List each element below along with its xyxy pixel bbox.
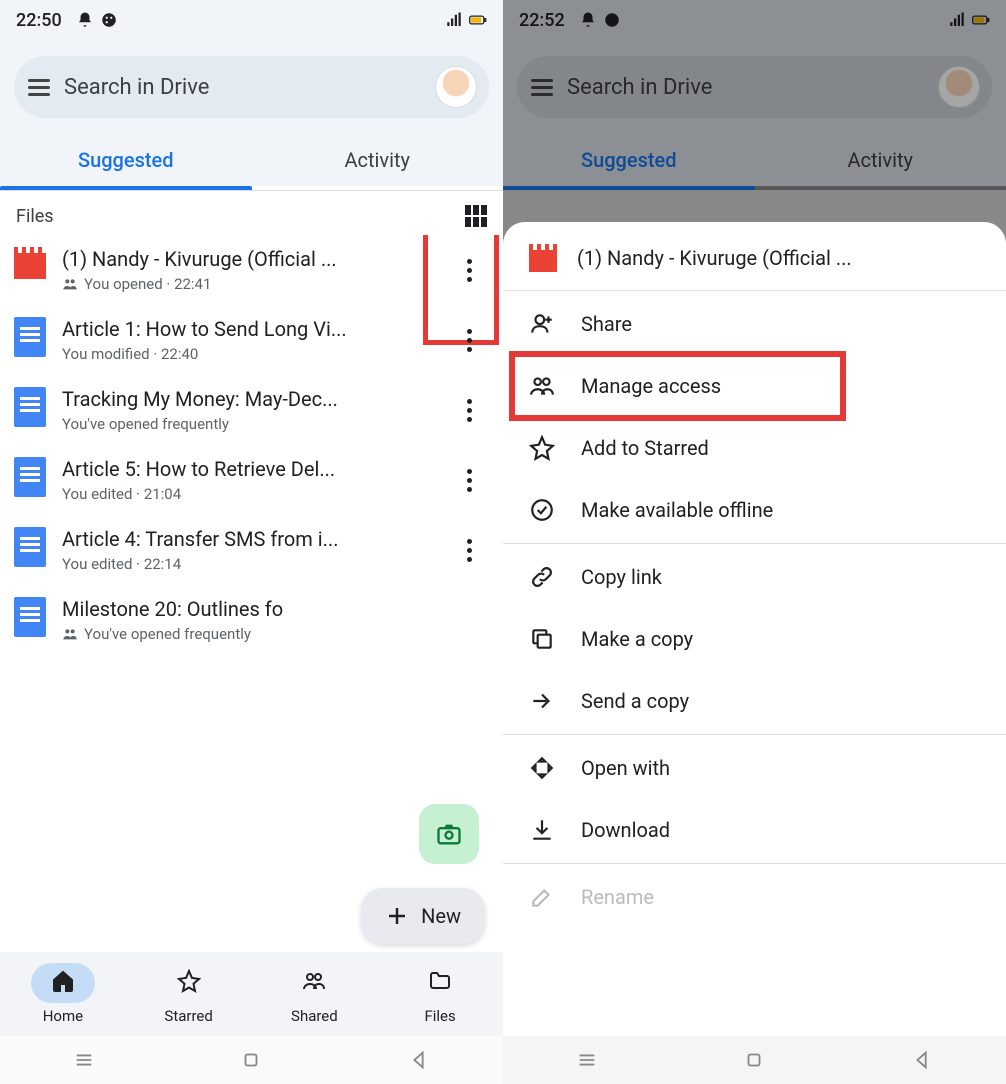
signal-icon xyxy=(445,11,463,29)
status-icons-right xyxy=(445,11,487,29)
link-icon xyxy=(529,564,555,590)
action-manage-access[interactable]: Manage access xyxy=(503,355,1006,417)
action-send-copy[interactable]: Send a copy xyxy=(503,670,1006,732)
file-subtitle: You've opened frequently xyxy=(62,415,433,433)
tab-activity[interactable]: Activity xyxy=(252,134,504,186)
action-offline[interactable]: Make available offline xyxy=(503,479,1006,541)
search-bar[interactable]: Search in Drive xyxy=(14,56,489,118)
recents-icon[interactable] xyxy=(73,1049,95,1071)
more-button[interactable] xyxy=(449,399,489,422)
file-title: Milestone 20: Outlines fo xyxy=(62,597,489,621)
action-add-starred[interactable]: Add to Starred xyxy=(503,417,1006,479)
files-label: Files xyxy=(16,206,54,227)
avatar[interactable] xyxy=(435,66,477,108)
action-copy-link[interactable]: Copy link xyxy=(503,546,1006,608)
android-nav xyxy=(503,1036,1006,1084)
highlight-annotation xyxy=(509,351,846,421)
file-title: Article 5: How to Retrieve Del... xyxy=(62,457,433,481)
file-subtitle: You opened · 22:41 xyxy=(62,275,433,293)
edit-icon xyxy=(529,884,555,910)
screen-left: 22:50 Search in Drive Suggested Activity… xyxy=(0,0,503,1084)
back-icon[interactable] xyxy=(911,1049,933,1071)
video-file-icon xyxy=(14,253,46,279)
bottom-sheet: (1) Nandy - Kivuruge (Official ... Share… xyxy=(503,222,1006,1036)
home-nav-icon[interactable] xyxy=(743,1049,765,1071)
android-nav xyxy=(0,1036,503,1084)
file-title: Tracking My Money: May-Dec... xyxy=(62,387,433,411)
doc-file-icon xyxy=(14,527,46,567)
nav-shared[interactable]: Shared xyxy=(252,952,378,1036)
new-fab[interactable]: New xyxy=(361,888,485,944)
folder-icon xyxy=(428,969,452,993)
scrim-overlay[interactable] xyxy=(503,0,1006,190)
file-row[interactable]: Tracking My Money: May-Dec... You've ope… xyxy=(0,375,503,445)
doc-file-icon xyxy=(14,387,46,427)
file-subtitle: You edited · 21:04 xyxy=(62,485,433,503)
doc-file-icon xyxy=(14,597,46,637)
file-row[interactable]: Article 1: How to Send Long Vi... You mo… xyxy=(0,305,503,375)
tabs: Suggested Activity xyxy=(0,134,503,186)
more-button[interactable] xyxy=(449,539,489,562)
file-subtitle: You've opened frequently xyxy=(62,625,489,643)
battery-icon xyxy=(469,11,487,29)
searchbar-area: Search in Drive xyxy=(0,40,503,134)
sheet-title: (1) Nandy - Kivuruge (Official ... xyxy=(577,246,852,270)
action-open-with[interactable]: Open with xyxy=(503,737,1006,799)
shared-icon xyxy=(62,276,78,292)
nav-starred[interactable]: Starred xyxy=(126,952,252,1036)
people-icon xyxy=(302,969,326,993)
hamburger-icon[interactable] xyxy=(28,79,50,96)
sheet-header: (1) Nandy - Kivuruge (Official ... xyxy=(503,236,1006,288)
home-nav-icon[interactable] xyxy=(240,1049,262,1071)
status-time: 22:50 xyxy=(16,10,62,31)
file-subtitle: You modified · 22:40 xyxy=(62,345,433,363)
camera-fab[interactable] xyxy=(419,804,479,864)
tab-suggested[interactable]: Suggested xyxy=(0,134,252,186)
view-grid-icon[interactable] xyxy=(465,205,487,227)
new-label: New xyxy=(421,904,461,928)
doc-file-icon xyxy=(14,317,46,357)
more-button[interactable] xyxy=(449,259,489,282)
open-with-icon xyxy=(529,755,555,781)
status-icons-left xyxy=(76,11,118,29)
plus-icon xyxy=(385,904,409,928)
download-icon xyxy=(529,817,555,843)
palette-icon xyxy=(100,11,118,29)
file-row[interactable]: Article 5: How to Retrieve Del... You ed… xyxy=(0,445,503,515)
file-title: Article 4: Transfer SMS from i... xyxy=(62,527,433,551)
files-header: Files xyxy=(0,191,503,235)
file-subtitle: You edited · 22:14 xyxy=(62,555,433,573)
copy-icon xyxy=(529,626,555,652)
file-title: (1) Nandy - Kivuruge (Official ... xyxy=(62,247,433,271)
nav-files[interactable]: Files xyxy=(377,952,503,1036)
offline-icon xyxy=(529,497,555,523)
home-icon xyxy=(51,969,75,993)
action-rename[interactable]: Rename xyxy=(503,866,1006,928)
file-row[interactable]: Milestone 20: Outlines fo You've opened … xyxy=(0,585,503,655)
file-row[interactable]: Article 4: Transfer SMS from i... You ed… xyxy=(0,515,503,585)
file-row[interactable]: (1) Nandy - Kivuruge (Official ... You o… xyxy=(0,235,503,305)
file-title: Article 1: How to Send Long Vi... xyxy=(62,317,433,341)
screen-right: 22:52 Search in Drive Suggested Activity xyxy=(503,0,1006,1084)
action-share[interactable]: Share xyxy=(503,293,1006,355)
camera-icon xyxy=(435,820,463,848)
video-file-icon xyxy=(529,250,557,272)
back-icon[interactable] xyxy=(408,1049,430,1071)
nav-home[interactable]: Home xyxy=(0,952,126,1036)
bottom-nav: Home Starred Shared Files xyxy=(0,952,503,1036)
search-placeholder: Search in Drive xyxy=(64,75,421,100)
person-add-icon xyxy=(529,311,555,337)
shared-icon xyxy=(62,626,78,642)
star-icon xyxy=(177,969,201,993)
star-icon xyxy=(529,435,555,461)
action-make-copy[interactable]: Make a copy xyxy=(503,608,1006,670)
more-button[interactable] xyxy=(449,469,489,492)
more-button[interactable] xyxy=(449,329,489,352)
bell-icon xyxy=(76,11,94,29)
action-download[interactable]: Download xyxy=(503,799,1006,861)
recents-icon[interactable] xyxy=(576,1049,598,1071)
send-icon xyxy=(529,688,555,714)
doc-file-icon xyxy=(14,457,46,497)
status-bar: 22:50 xyxy=(0,0,503,40)
